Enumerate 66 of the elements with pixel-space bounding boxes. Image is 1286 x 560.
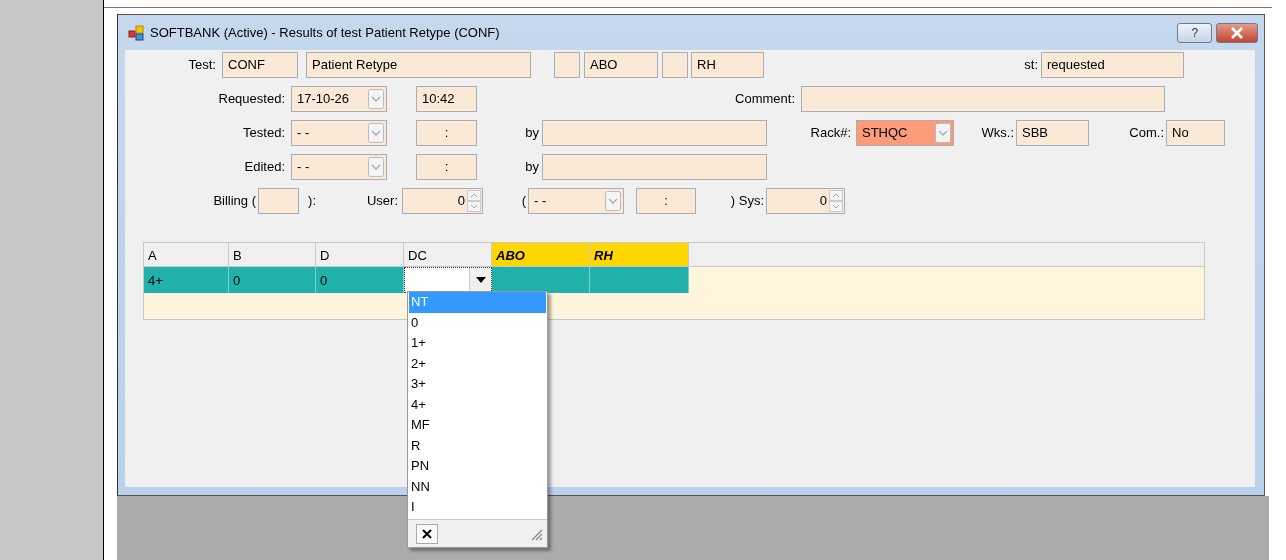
field-label: Wks.: — [980, 124, 1014, 143]
dropdown-field[interactable]: - - — [291, 154, 387, 180]
list-item[interactable]: I — [409, 497, 546, 518]
field-label: Tested: — [242, 124, 285, 143]
dropdown-field[interactable]: - - — [291, 120, 387, 146]
input-field[interactable]: CONF — [222, 52, 298, 78]
field-label: by — [524, 158, 539, 177]
list-item[interactable]: 2+ — [409, 353, 546, 374]
input-field[interactable] — [554, 52, 580, 78]
input-field[interactable]: RH — [691, 52, 764, 78]
input-field[interactable] — [662, 52, 688, 78]
spin-field[interactable]: 0 — [402, 188, 483, 214]
list-item[interactable]: 3+ — [409, 374, 546, 395]
dropdown-field[interactable]: 17-10-26 — [291, 86, 387, 112]
list-item[interactable]: R — [409, 435, 546, 456]
clear-button[interactable] — [416, 523, 438, 544]
input-field[interactable]: SBB — [1016, 120, 1089, 146]
list-item[interactable]: 0 — [409, 312, 546, 333]
dropdown-field[interactable]: STHQC — [856, 120, 954, 146]
app-icon — [128, 24, 144, 41]
spinner-arrows-icon — [829, 190, 843, 212]
input-field[interactable] — [542, 120, 767, 146]
window-title: SOFTBANK (Active) - Results of test Patient Retype (CONF) — [150, 23, 500, 42]
caret-icon — [475, 277, 486, 283]
dropdown-field[interactable]: - - — [528, 188, 624, 214]
spin-field[interactable]: 0 — [766, 188, 845, 214]
field-label: by — [524, 124, 539, 143]
field-label: Rack#: — [809, 124, 851, 143]
field-label: ) Sys: — [729, 192, 764, 211]
list-item[interactable]: 4+ — [409, 394, 546, 415]
close-icon — [1229, 26, 1244, 39]
list-item[interactable]: 1+ — [409, 333, 546, 354]
input-field[interactable]: : — [416, 154, 477, 180]
input-field[interactable] — [542, 154, 767, 180]
input-field[interactable] — [801, 86, 1165, 112]
column-header[interactable]: RH — [590, 243, 689, 267]
table-cell: 0 — [316, 267, 404, 293]
field-label: Com.: — [1128, 124, 1164, 143]
field-label: Test: — [187, 56, 216, 75]
list-item[interactable]: NN — [409, 476, 546, 497]
field-label: Requested: — [217, 90, 285, 109]
field-label: ): — [307, 192, 316, 211]
input-field[interactable]: : — [416, 120, 477, 146]
field-label: ( — [520, 192, 526, 211]
field-label: Edited: — [243, 158, 285, 177]
list-item[interactable]: MF — [409, 415, 546, 436]
input-field[interactable]: No — [1166, 120, 1225, 146]
field-label: st: — [1023, 56, 1038, 75]
list-item[interactable]: PN — [409, 456, 546, 477]
input-field[interactable]: ABO — [584, 52, 658, 78]
help-button[interactable]: ? — [1177, 22, 1213, 43]
input-field[interactable] — [258, 188, 299, 214]
input-field[interactable]: requested — [1041, 52, 1184, 78]
input-field[interactable]: 10:42 — [416, 86, 477, 112]
close-button[interactable] — [1215, 22, 1258, 43]
field-label: Billing ( — [212, 192, 256, 211]
table-cell: 0 — [229, 267, 316, 293]
input-field[interactable]: Patient Retype — [306, 52, 531, 78]
spinner-arrows-icon — [467, 190, 481, 212]
table-cell: 4+ — [144, 267, 229, 293]
input-field[interactable]: : — [636, 188, 696, 214]
field-label: Comment: — [734, 90, 795, 109]
field-label: User: — [365, 192, 398, 211]
close-icon — [422, 528, 432, 539]
cell-dropdown[interactable] — [404, 267, 492, 293]
column-header[interactable]: ABO — [492, 243, 590, 267]
